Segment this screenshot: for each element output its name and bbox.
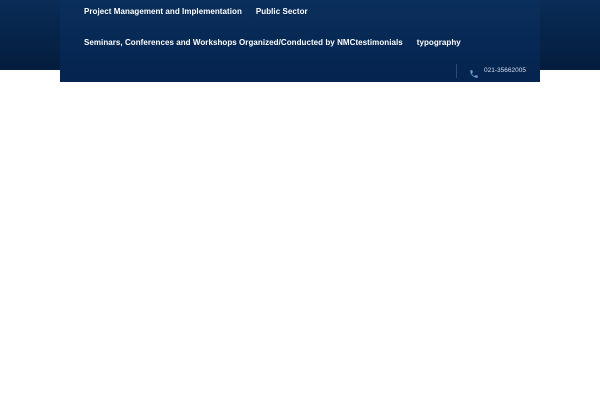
main-navigation: Project Management and Implementation Pu… bbox=[60, 0, 540, 82]
nav-item-typography[interactable]: typography bbox=[417, 38, 461, 48]
nav-item-testimonials[interactable]: testimonials bbox=[355, 38, 402, 48]
nav-item-seminars[interactable]: Seminars, Conferences and Workshops Orga… bbox=[84, 38, 355, 48]
nav-menu: Project Management and Implementation Pu… bbox=[84, 7, 534, 69]
phone-icon bbox=[469, 66, 479, 78]
contact-divider bbox=[456, 64, 457, 78]
contact-phone: 021-35662005 bbox=[456, 64, 526, 78]
phone-number[interactable]: 021-35662005 bbox=[484, 66, 526, 76]
nav-item-project-management[interactable]: Project Management and Implementation bbox=[84, 7, 242, 17]
nav-item-public-sector[interactable]: Public Sector bbox=[256, 7, 308, 17]
page-content-area bbox=[0, 82, 600, 400]
